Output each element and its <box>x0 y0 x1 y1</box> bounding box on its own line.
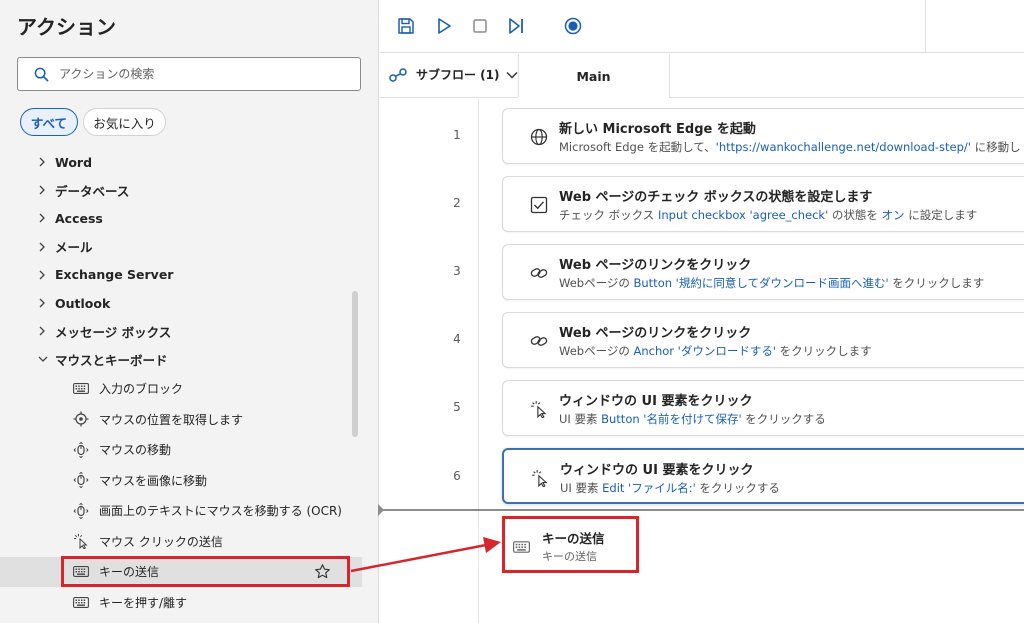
annotation-arrow <box>350 537 501 573</box>
app-root: アクション すべて お気に入り Word データベース Access メール E… <box>0 0 1024 623</box>
